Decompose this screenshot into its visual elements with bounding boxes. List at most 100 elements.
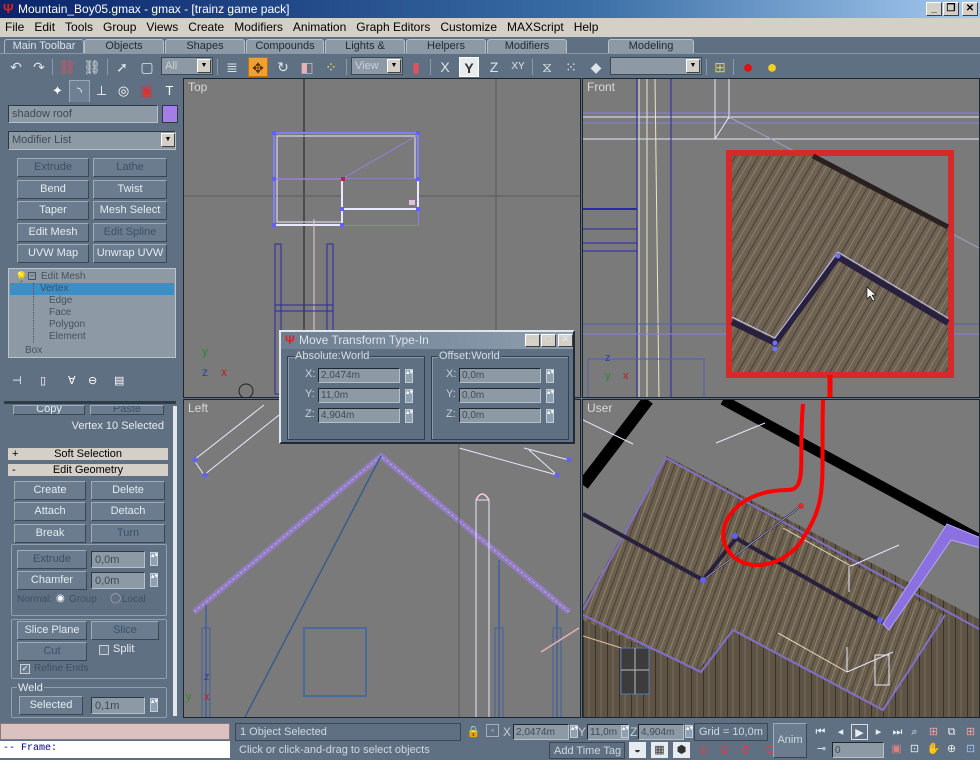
utilities-icon[interactable]: T bbox=[159, 80, 180, 102]
slice-plane-button[interactable]: Slice Plane bbox=[17, 621, 87, 640]
modifier-list-dropdown[interactable]: Modifier List ▼ bbox=[8, 131, 176, 150]
offset-y-input[interactable] bbox=[459, 388, 541, 403]
tab-lights-cameras[interactable]: Lights & Cameras bbox=[325, 39, 405, 65]
mesh-select-modifier-button[interactable]: Mesh Select bbox=[93, 201, 167, 220]
delete-button[interactable]: Delete bbox=[91, 481, 165, 500]
turn-button[interactable]: Turn bbox=[91, 524, 165, 543]
animate-toggle-button[interactable]: Anim bbox=[773, 723, 807, 758]
chamfer-amount-input[interactable] bbox=[91, 572, 145, 589]
zoom-extents-all-icon[interactable]: ⊞ bbox=[962, 724, 979, 740]
stack-item-face[interactable]: Face bbox=[49, 307, 71, 319]
absolute-x-input[interactable] bbox=[318, 368, 400, 383]
coord-y-spinner[interactable]: ▴▾ bbox=[621, 725, 629, 738]
viewport-user[interactable]: User bbox=[582, 399, 980, 718]
select-by-name-icon[interactable]: ≣ bbox=[222, 57, 242, 77]
arc-rotate-icon[interactable]: ⊕ bbox=[943, 741, 960, 757]
snap-toggle-icon[interactable]: ⊞ bbox=[710, 57, 730, 77]
absolute-y-spinner[interactable]: ▴▾ bbox=[405, 389, 413, 403]
menu-customize[interactable]: Customize bbox=[435, 18, 502, 37]
restrict-y-axis-button[interactable]: Y bbox=[459, 57, 479, 77]
coord-z-spinner[interactable]: ▴▾ bbox=[685, 725, 693, 738]
go-to-start-icon[interactable]: ⏮ bbox=[812, 724, 829, 740]
close-button[interactable]: ✕ bbox=[962, 2, 978, 16]
weld-threshold-input[interactable] bbox=[91, 697, 145, 714]
dialog-minimize-button[interactable]: _ bbox=[525, 334, 540, 347]
modifier-stack[interactable]: 💡 − Edit Mesh Vertex Edge Face Polygon E… bbox=[8, 268, 176, 358]
modify-icon[interactable]: ◝ bbox=[69, 80, 90, 102]
offset-z-spinner[interactable]: ▴▾ bbox=[546, 409, 554, 423]
lathe-modifier-button[interactable]: Lathe bbox=[93, 158, 167, 177]
zoom-extents-icon[interactable]: ⧉ bbox=[943, 724, 960, 740]
mirror-icon[interactable]: ⧖ bbox=[537, 57, 557, 77]
region-zoom-icon[interactable]: ⊡ bbox=[906, 741, 923, 757]
restore-button[interactable]: ❐ bbox=[943, 2, 959, 16]
pin-stack-icon[interactable]: ⊣ bbox=[12, 374, 28, 388]
edit-mesh-modifier-button[interactable]: Edit Mesh bbox=[17, 223, 89, 242]
previous-frame-icon[interactable]: ◂ bbox=[832, 724, 849, 740]
pivot-point-icon[interactable]: ⁘ bbox=[321, 57, 341, 77]
collapse-icon[interactable]: − bbox=[28, 272, 36, 280]
render-scene-icon[interactable]: ● bbox=[762, 57, 782, 77]
taper-modifier-button[interactable]: Taper bbox=[17, 201, 89, 220]
menu-maxscript[interactable]: MAXScript bbox=[502, 18, 569, 37]
absolute-relative-toggle-icon[interactable]: ▫ bbox=[486, 724, 499, 737]
select-and-rotate-icon[interactable]: ↻ bbox=[273, 57, 293, 77]
paste-button[interactable]: Paste bbox=[90, 405, 164, 415]
tab-objects[interactable]: Objects bbox=[84, 39, 164, 53]
menu-edit[interactable]: Edit bbox=[29, 18, 60, 37]
tab-modeling[interactable]: Modeling bbox=[608, 39, 694, 53]
bend-modifier-button[interactable]: Bend bbox=[17, 180, 89, 199]
offset-x-input[interactable] bbox=[459, 368, 541, 383]
extrude-amount-input[interactable] bbox=[91, 551, 145, 568]
use-center-icon[interactable]: ▮ bbox=[406, 57, 426, 77]
extrude-modifier-button[interactable]: Extrude bbox=[17, 158, 89, 177]
menu-tools[interactable]: Tools bbox=[60, 18, 98, 37]
viewport-cube-icon[interactable]: ⬢ bbox=[673, 742, 690, 758]
stack-item-box[interactable]: Box bbox=[25, 345, 42, 357]
material-editor-icon[interactable]: ● bbox=[738, 57, 758, 77]
restrict-xy-plane-button[interactable]: XY bbox=[508, 57, 528, 77]
pan-icon[interactable]: ✋ bbox=[925, 741, 942, 757]
group-radio[interactable]: ◉ bbox=[56, 593, 65, 604]
absolute-z-input[interactable] bbox=[318, 408, 400, 423]
attach-button[interactable]: Attach bbox=[14, 502, 86, 521]
refine-ends-checkbox[interactable]: ✓ bbox=[20, 664, 30, 674]
make-unique-icon[interactable]: ∀ bbox=[68, 374, 84, 388]
stack-item-vertex[interactable]: Vertex bbox=[40, 283, 68, 295]
stack-item-polygon[interactable]: Polygon bbox=[49, 319, 85, 331]
coord-x-input[interactable] bbox=[513, 724, 569, 740]
unlink-selection-icon[interactable]: ⛓ bbox=[82, 57, 102, 77]
weld-selected-button[interactable]: Selected bbox=[19, 696, 83, 715]
absolute-y-input[interactable] bbox=[318, 388, 400, 403]
edit-spline-modifier-button[interactable]: Edit Spline bbox=[93, 223, 167, 242]
snap-3d-icon[interactable]: ⊙ bbox=[695, 742, 712, 758]
object-color-swatch[interactable] bbox=[162, 105, 178, 123]
named-selection-sets-dropdown[interactable]: ▼ bbox=[610, 57, 702, 75]
maxscript-output[interactable]: -- Frame: bbox=[0, 741, 230, 758]
angle-snap-icon[interactable]: ⊙ bbox=[716, 742, 733, 758]
menu-views[interactable]: Views bbox=[141, 18, 183, 37]
menu-modifiers[interactable]: Modifiers bbox=[229, 18, 288, 37]
create-icon[interactable]: ✦ bbox=[47, 80, 68, 102]
selection-lock-icon[interactable]: 🔒 bbox=[465, 724, 482, 740]
add-time-tag-button[interactable]: Add Time Tag bbox=[549, 742, 625, 759]
cut-button[interactable]: Cut bbox=[17, 642, 87, 661]
object-name-input[interactable] bbox=[8, 105, 158, 123]
menu-file[interactable]: File bbox=[0, 18, 29, 37]
uvw-map-modifier-button[interactable]: UVW Map bbox=[17, 244, 89, 263]
offset-y-spinner[interactable]: ▴▾ bbox=[546, 389, 554, 403]
align-icon[interactable]: ◆ bbox=[586, 57, 606, 77]
edit-geometry-rollout[interactable]: - Edit Geometry bbox=[8, 464, 168, 476]
split-checkbox[interactable] bbox=[99, 645, 109, 655]
time-configuration-icon[interactable]: ▣ bbox=[888, 741, 905, 757]
dialog-title-bar[interactable]: Ψ Move Transform Type-In _ □ ✕ bbox=[281, 332, 573, 349]
menu-help[interactable]: Help bbox=[569, 18, 604, 37]
break-button[interactable]: Break bbox=[14, 524, 86, 543]
maxscript-listener-input[interactable] bbox=[0, 723, 230, 740]
copy-button[interactable]: Copy bbox=[13, 405, 85, 415]
tab-main-toolbar[interactable]: Main Toolbar bbox=[4, 39, 84, 53]
unwrap-uvw-modifier-button[interactable]: Unwrap UVW bbox=[93, 244, 167, 263]
rectangular-selection-icon[interactable]: ▢ bbox=[137, 57, 157, 77]
select-object-icon[interactable]: ➚ bbox=[112, 57, 132, 77]
motion-icon[interactable]: ◎ bbox=[113, 80, 134, 102]
